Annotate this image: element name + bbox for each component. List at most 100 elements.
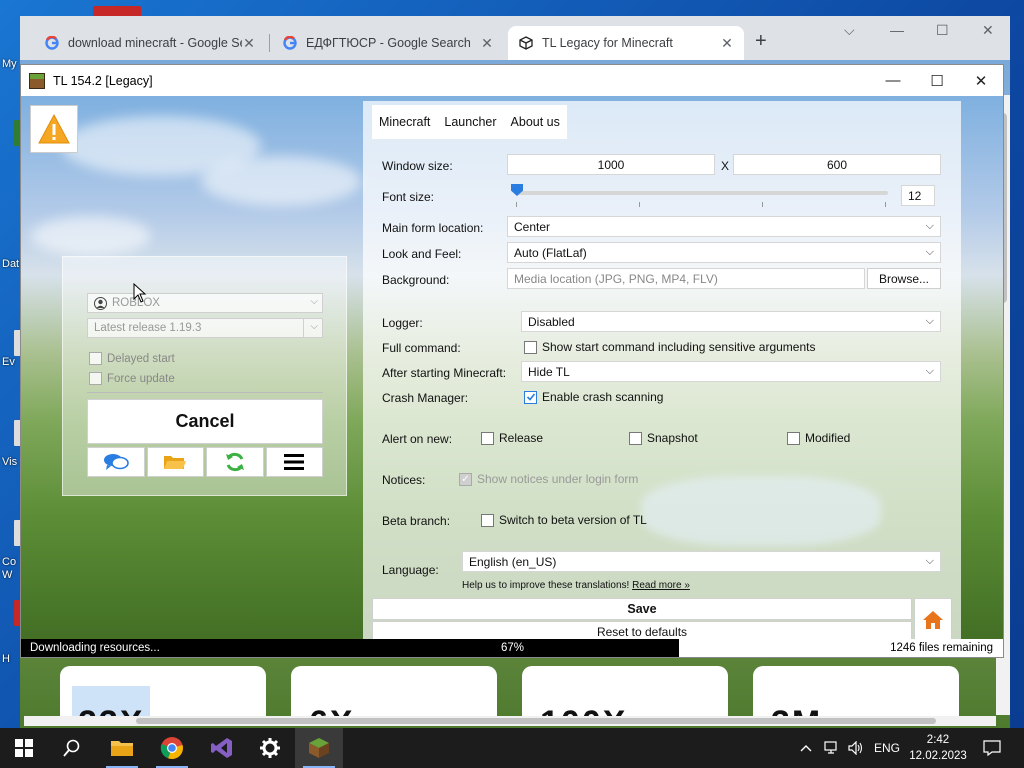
chevron-down-icon: ⌵ (310, 321, 318, 332)
chrome-button[interactable] (148, 728, 196, 768)
desktop-icon-label[interactable]: Vis (2, 456, 17, 468)
crash-scanning-checkbox[interactable]: Enable crash scanning (524, 390, 663, 404)
menu-button[interactable] (265, 447, 323, 477)
background-path-input[interactable]: Media location (JPG, PNG, MP4, FLV) (507, 268, 865, 289)
window-title: TL 154.2 [Legacy] (53, 73, 153, 88)
select-value: Hide TL (528, 364, 570, 379)
search-button[interactable] (48, 728, 96, 768)
notices-label: Notices: (382, 473, 426, 487)
show-hidden-icons[interactable] (800, 728, 812, 768)
close-icon[interactable]: ✕ (959, 72, 1003, 90)
background-scene: ROBLOX ⌵ Latest release 1.19.3 ⌵ Delayed… (21, 96, 1003, 657)
full-command-checkbox[interactable]: Show start command including sensitive a… (524, 340, 815, 354)
notifications-button[interactable] (983, 728, 1001, 768)
chevron-up-icon (800, 745, 812, 752)
desktop-icon-label[interactable]: Co W (2, 556, 16, 582)
visual-studio-button[interactable] (198, 728, 246, 768)
checkbox-checked-disabled[interactable]: ✓ (459, 472, 472, 486)
chat-button[interactable] (87, 447, 145, 477)
tab-minecraft[interactable]: Minecraft (372, 105, 437, 139)
close-icon[interactable]: ✕ (982, 22, 994, 39)
desktop-icon-label[interactable]: H (2, 653, 10, 665)
after-start-label: After starting Minecraft: (382, 366, 507, 380)
font-size-field[interactable]: 12 (901, 185, 935, 206)
checkbox[interactable] (89, 352, 102, 365)
maximize-icon[interactable]: ☐ (915, 72, 959, 90)
file-explorer-button[interactable] (98, 728, 146, 768)
tab-title: ЕДФГТЮСР - Google Search (306, 36, 471, 50)
horizontal-scrollbar[interactable] (24, 716, 996, 726)
force-update-checkbox[interactable]: Force update (89, 372, 175, 385)
checkbox[interactable] (524, 340, 537, 354)
main-form-location-select[interactable]: Center ⌵ (507, 216, 941, 237)
browser-tab[interactable]: download minecraft - Google Se ✕ (34, 26, 266, 60)
look-and-feel-label: Look and Feel: (382, 247, 462, 261)
delayed-start-checkbox[interactable]: Delayed start (89, 352, 175, 365)
open-folder-button[interactable] (146, 447, 204, 477)
version-select[interactable]: Latest release 1.19.3 ⌵ (87, 318, 323, 338)
new-tab-button[interactable]: + (755, 30, 767, 53)
desktop-icon-label[interactable]: My (2, 58, 17, 70)
warning-button[interactable] (30, 105, 78, 153)
window-width-field[interactable]: 1000 (507, 154, 715, 175)
volume-control[interactable] (848, 728, 864, 768)
browser-tab[interactable]: ЕДФГТЮСР - Google Search ✕ (272, 26, 504, 60)
user-icon (94, 296, 107, 310)
font-size-slider[interactable] (516, 191, 888, 195)
notices-checkbox[interactable]: ✓ Show notices under login form (459, 472, 638, 486)
mouse-cursor-icon (133, 283, 147, 303)
network-status[interactable] (824, 728, 840, 768)
desktop-icon-label[interactable]: Ev (2, 356, 15, 368)
tab-launcher[interactable]: Launcher (437, 105, 503, 139)
browse-button[interactable]: Browse... (867, 268, 941, 289)
browser-tabstrip: download minecraft - Google Se ✕ ЕДФГТЮС… (20, 16, 1010, 60)
stat-card: 6X (291, 666, 497, 718)
checkbox[interactable] (481, 513, 494, 527)
save-button[interactable]: Save (372, 598, 912, 620)
visual-studio-icon (211, 738, 232, 758)
close-icon[interactable]: ✕ (242, 35, 256, 52)
checkbox-label: Switch to beta version of TL (499, 513, 647, 527)
settings-button[interactable] (246, 728, 294, 768)
checkbox-label: Enable crash scanning (542, 390, 664, 404)
checkbox[interactable] (89, 372, 102, 385)
input-language[interactable]: ENG (874, 728, 900, 768)
background-label: Background: (382, 273, 450, 287)
maximize-icon[interactable]: ☐ (936, 22, 949, 39)
home-button[interactable] (914, 598, 952, 642)
cancel-button[interactable]: Cancel (87, 399, 323, 444)
chevron-down-icon: ⌵ (310, 296, 318, 307)
minimize-icon[interactable]: — (890, 22, 904, 38)
tl-launcher-button[interactable] (295, 728, 343, 768)
clock[interactable]: 2:42 12.02.2023 (905, 732, 971, 764)
checkbox[interactable] (481, 431, 494, 445)
refresh-button[interactable] (206, 447, 264, 477)
checkbox-label: Show start command including sensitive a… (542, 340, 816, 354)
logger-select[interactable]: Disabled ⌵ (521, 311, 941, 332)
look-and-feel-select[interactable]: Auto (FlatLaf) ⌵ (507, 242, 941, 263)
account-select[interactable]: ROBLOX ⌵ (87, 293, 323, 313)
browser-tab-active[interactable]: TL Legacy for Minecraft ✕ (508, 26, 744, 60)
font-size-label: Font size: (382, 190, 435, 204)
close-icon[interactable]: ✕ (480, 35, 494, 52)
after-start-select[interactable]: Hide TL ⌵ (521, 361, 941, 382)
tab-about-us[interactable]: About us (504, 105, 567, 139)
checkbox[interactable] (629, 431, 642, 445)
language-select[interactable]: English (en_US) ⌵ (462, 551, 941, 572)
minimize-icon[interactable]: — (871, 72, 915, 89)
start-button[interactable] (0, 728, 48, 768)
scrollbar-thumb[interactable] (136, 718, 936, 724)
desktop-icon-label[interactable]: Dat (2, 258, 19, 270)
alert-snapshot-checkbox[interactable]: Snapshot (629, 431, 698, 445)
select-value: English (en_US) (469, 554, 557, 569)
close-icon[interactable]: ✕ (720, 35, 734, 52)
read-more-link[interactable]: Read more » (632, 580, 690, 591)
alert-modified-checkbox[interactable]: Modified (787, 431, 850, 445)
checkbox-checked[interactable] (524, 390, 537, 404)
notification-icon (983, 740, 1001, 756)
alert-release-checkbox[interactable]: Release (481, 431, 543, 445)
window-height-field[interactable]: 600 (733, 154, 941, 175)
chevron-down-icon[interactable]: ⌵ (844, 22, 855, 39)
beta-branch-checkbox[interactable]: Switch to beta version of TL (481, 513, 647, 527)
checkbox[interactable] (787, 431, 800, 445)
